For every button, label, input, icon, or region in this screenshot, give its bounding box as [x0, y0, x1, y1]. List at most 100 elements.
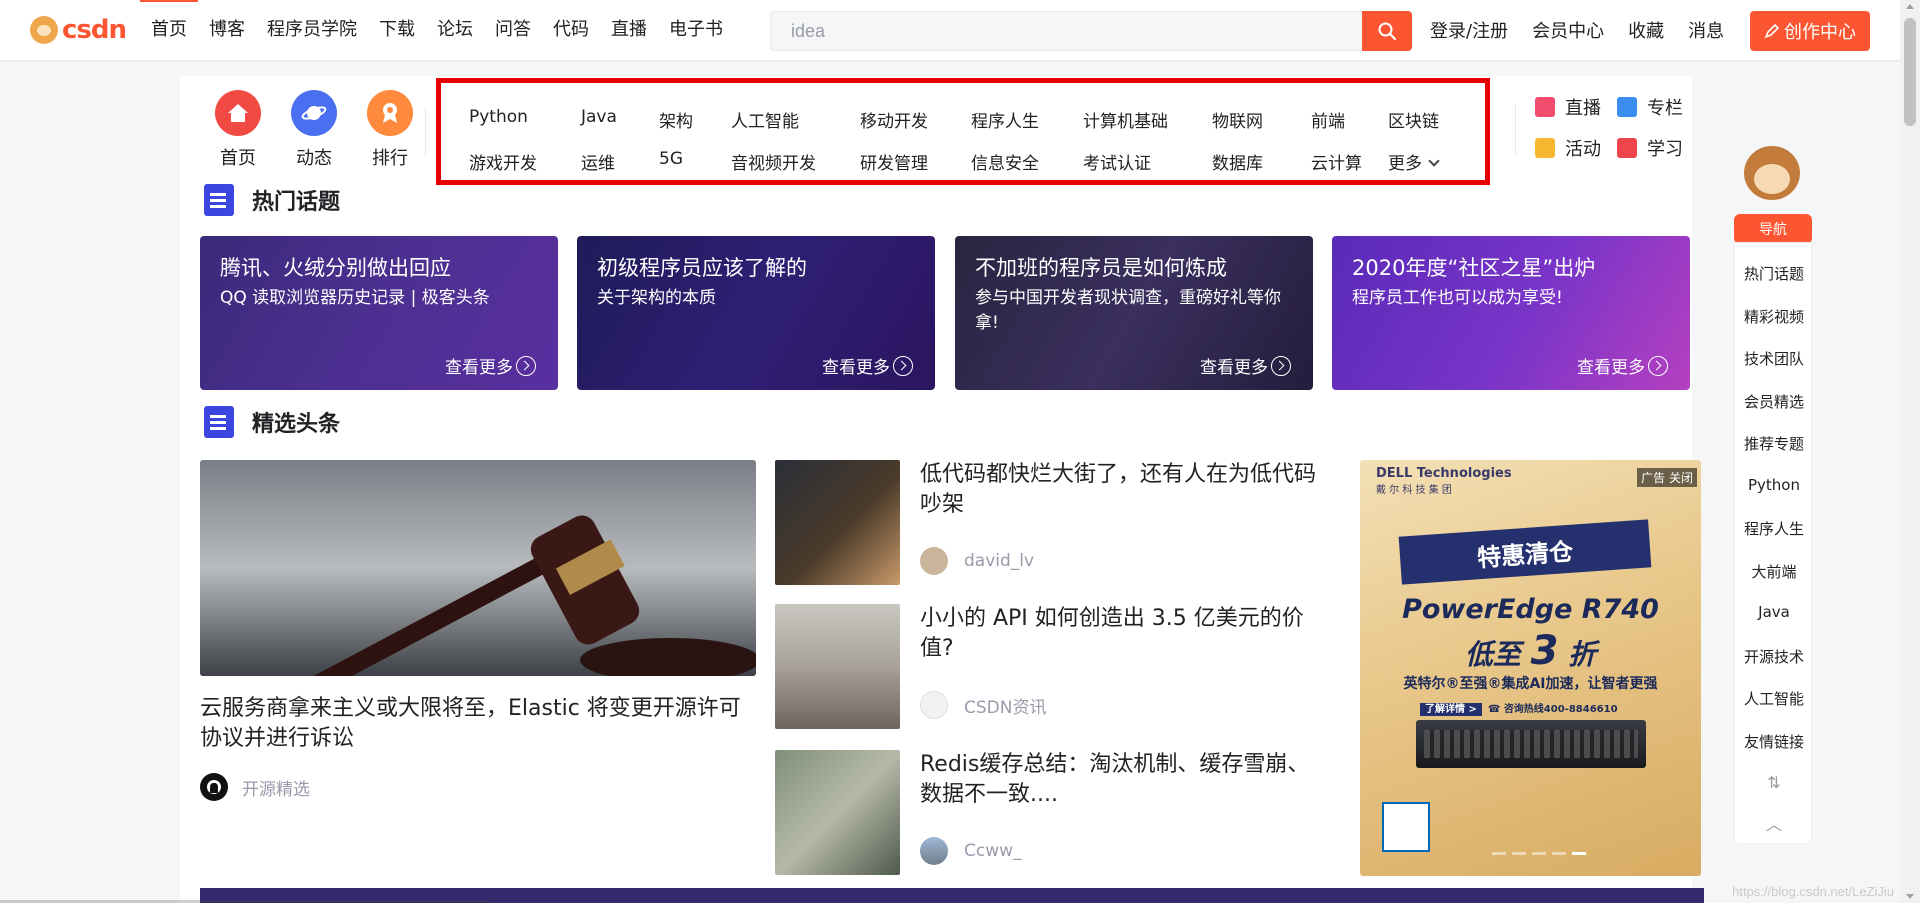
- activity-link[interactable]: 活动: [1535, 135, 1601, 161]
- category-database[interactable]: 数据库: [1212, 149, 1263, 174]
- category-mobile[interactable]: 移动开发: [860, 107, 928, 132]
- category-game-dev[interactable]: 游戏开发: [469, 149, 537, 174]
- ad-close-tag[interactable]: 广告 关闭: [1637, 468, 1697, 487]
- category-5g[interactable]: 5G: [659, 149, 683, 169]
- side-item-java[interactable]: Java: [1735, 603, 1813, 621]
- category-architecture[interactable]: 架构: [659, 107, 693, 132]
- topic-more-label: 查看更多: [1577, 358, 1645, 378]
- logo-text: csdn: [62, 15, 127, 45]
- category-security[interactable]: 信息安全: [971, 149, 1039, 174]
- scroll-up-arrow-icon[interactable]: [1906, 4, 1914, 9]
- side-item-friend-links[interactable]: 友情链接: [1735, 731, 1813, 752]
- learn-link[interactable]: 学习: [1617, 135, 1683, 161]
- back-to-top-icon[interactable]: ︿: [1735, 811, 1813, 835]
- topic-card[interactable]: 腾讯、火绒分别做出回应 QQ 读取浏览器历史记录 | 极客头条 查看更多: [200, 236, 558, 390]
- category-cs-basics[interactable]: 计算机基础: [1083, 107, 1168, 132]
- nav-label-pill[interactable]: 导航: [1734, 214, 1812, 244]
- laptop-code-thumbnail: [775, 460, 900, 585]
- main-nav: 首页 博客 程序员学院 下载 论坛 问答 代码 直播 电子书: [140, 0, 734, 60]
- category-rd-management[interactable]: 研发管理: [860, 149, 928, 174]
- carousel-dot[interactable]: [1492, 852, 1506, 855]
- category-ai[interactable]: 人工智能: [731, 107, 799, 132]
- nav-item-qa[interactable]: 问答: [484, 0, 542, 60]
- favorites-link[interactable]: 收藏: [1628, 17, 1664, 43]
- nav-item-home[interactable]: 首页: [140, 0, 198, 60]
- category-ops[interactable]: 运维: [581, 149, 615, 174]
- category-programmer-life[interactable]: 程序人生: [971, 107, 1039, 132]
- carousel-dot[interactable]: [1552, 852, 1566, 855]
- category-blockchain[interactable]: 区块链: [1388, 107, 1439, 132]
- csdn-logo[interactable]: csdn: [30, 14, 134, 46]
- topic-card[interactable]: 初级程序员应该了解的 关于架构的本质 查看更多: [577, 236, 935, 390]
- live-link[interactable]: 直播: [1535, 94, 1601, 120]
- feature-title[interactable]: 云服务商拿来主义或大限将至，Elastic 将变更开源许可协议并进行诉讼: [200, 694, 760, 754]
- sort-arrows-icon[interactable]: ⇅: [1735, 773, 1813, 792]
- news-item[interactable]: 低代码都快烂大街了，还有人在为低代码吵架 david_lv: [775, 460, 1316, 585]
- side-item-hot-topics[interactable]: 热门话题: [1735, 263, 1813, 284]
- side-item-python[interactable]: Python: [1735, 476, 1813, 494]
- ad-product: PowerEdge R740: [1402, 594, 1659, 625]
- category-cloud[interactable]: 云计算: [1311, 149, 1362, 174]
- intel-xeon-badge: [1382, 802, 1430, 852]
- carousel-dot-active[interactable]: [1572, 852, 1586, 855]
- create-center-button[interactable]: 创作中心: [1750, 11, 1870, 51]
- nav-item-live[interactable]: 直播: [600, 0, 658, 60]
- topic-more-link[interactable]: 查看更多: [1577, 353, 1668, 378]
- vip-center-link[interactable]: 会员中心: [1532, 17, 1604, 43]
- hot-topics-title: 热门话题: [252, 190, 341, 215]
- side-item-opensource[interactable]: 开源技术: [1735, 646, 1813, 667]
- side-item-ai[interactable]: 人工智能: [1735, 688, 1813, 709]
- category-av-dev[interactable]: 音视频开发: [731, 149, 816, 174]
- side-item-topics[interactable]: 推荐专题: [1735, 433, 1813, 454]
- quick-feed[interactable]: 动态: [276, 90, 352, 170]
- category-java[interactable]: Java: [581, 107, 617, 127]
- category-certification[interactable]: 考试认证: [1083, 149, 1151, 174]
- search-input[interactable]: [771, 12, 1377, 50]
- feature-author[interactable]: 开源精选: [200, 773, 310, 801]
- category-frontend[interactable]: 前端: [1311, 107, 1345, 132]
- carousel-dot[interactable]: [1532, 852, 1546, 855]
- topic-card[interactable]: 2020年度“社区之星”出炉 程序员工作也可以成为享受! 查看更多: [1332, 236, 1690, 390]
- carousel-dot[interactable]: [1512, 852, 1526, 855]
- topic-more-link[interactable]: 查看更多: [1200, 353, 1291, 378]
- login-register-link[interactable]: 登录/注册: [1430, 17, 1508, 43]
- category-python[interactable]: Python: [469, 107, 528, 127]
- news-author: CSDN资讯: [920, 691, 1046, 719]
- topic-subtitle: QQ 读取浏览器历史记录 | 极客头条: [220, 288, 490, 308]
- side-item-vip[interactable]: 会员精选: [1735, 391, 1813, 412]
- side-item-frontend[interactable]: 大前端: [1735, 561, 1813, 582]
- ad-brand: DELL Technologies 戴 尔 科 技 集 团: [1376, 466, 1512, 496]
- topic-card[interactable]: 不加班的程序员是如何炼成 参与中国开发者现状调查，重磅好礼等你拿! 查看更多: [955, 236, 1313, 390]
- topic-more-link[interactable]: 查看更多: [822, 353, 913, 378]
- category-more[interactable]: 更多: [1388, 149, 1440, 174]
- news-item[interactable]: Redis缓存总结：淘汰机制、缓存雪崩、数据不一致.... Ccww_: [775, 750, 1315, 875]
- side-item-teams[interactable]: 技术团队: [1735, 348, 1813, 369]
- carousel-indicators[interactable]: [1492, 852, 1592, 855]
- nav-item-blog[interactable]: 博客: [198, 0, 256, 60]
- ad-details-button[interactable]: 了解详情 >: [1420, 703, 1482, 716]
- messages-link[interactable]: 消息: [1688, 17, 1724, 43]
- column-link[interactable]: 专栏: [1617, 94, 1683, 120]
- quick-rank[interactable]: 排行: [352, 90, 428, 170]
- side-item-videos[interactable]: 精彩视频: [1735, 306, 1813, 327]
- nav-item-code[interactable]: 代码: [542, 0, 600, 60]
- nav-item-ebook[interactable]: 电子书: [658, 0, 734, 60]
- side-item-programmer-life[interactable]: 程序人生: [1735, 518, 1813, 539]
- category-more-label: 更多: [1388, 154, 1422, 174]
- quick-home[interactable]: 首页: [200, 90, 276, 170]
- scroll-down-arrow-icon[interactable]: [1906, 894, 1914, 899]
- category-grid: Python Java 架构 人工智能 移动开发 程序人生 计算机基础 物联网 …: [441, 83, 1485, 180]
- scrollbar-thumb[interactable]: [1904, 18, 1916, 126]
- topic-more-link[interactable]: 查看更多: [445, 353, 536, 378]
- page-scrollbar[interactable]: [1900, 0, 1920, 903]
- nav-item-forum[interactable]: 论坛: [426, 0, 484, 60]
- feature-image[interactable]: [200, 460, 756, 676]
- nav-item-academy[interactable]: 程序员学院: [256, 0, 368, 60]
- search-button[interactable]: [1362, 11, 1412, 51]
- quick-home-label: 首页: [220, 148, 256, 169]
- category-iot[interactable]: 物联网: [1212, 107, 1263, 132]
- news-item[interactable]: 小小的 API 如何创造出 3.5 亿美元的价值? CSDN资讯: [775, 604, 1315, 729]
- nav-item-download[interactable]: 下载: [368, 0, 426, 60]
- dell-advertisement[interactable]: DELL Technologies 戴 尔 科 技 集 团 广告 关闭 特惠清仓 …: [1360, 460, 1701, 876]
- video-camera-icon: [1535, 97, 1555, 117]
